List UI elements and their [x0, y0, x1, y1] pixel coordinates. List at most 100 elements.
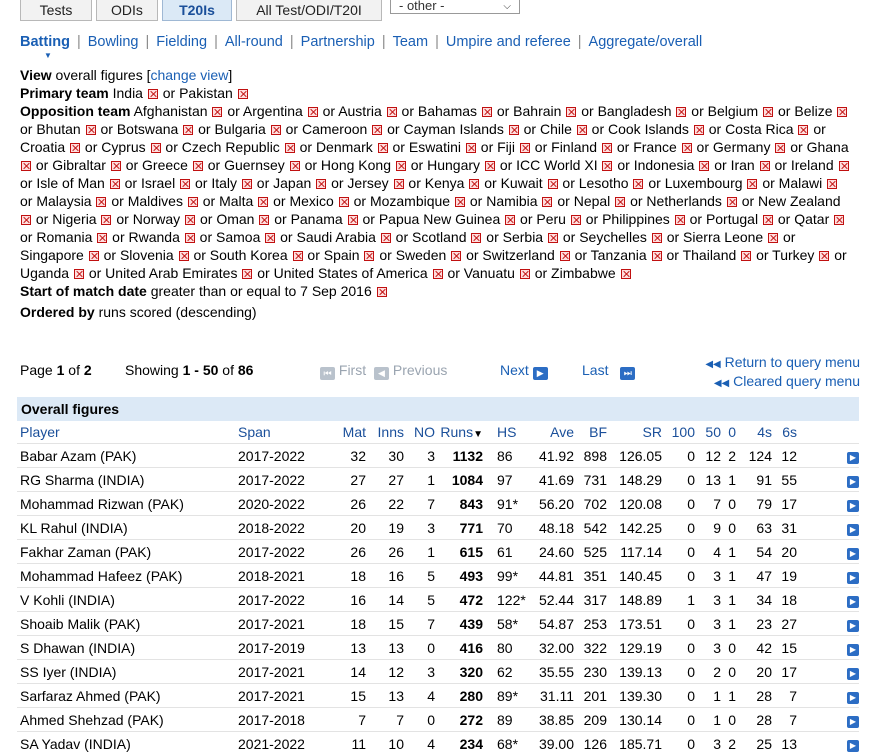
remove-icon[interactable]	[760, 161, 770, 171]
remove-icon[interactable]	[505, 215, 515, 225]
play-arrow-icon[interactable]: ▶	[847, 500, 859, 512]
remove-icon[interactable]	[571, 215, 581, 225]
cell-player[interactable]: RG Sharma (INDIA)	[17, 468, 238, 492]
cell-player[interactable]: Mohammad Hafeez (PAK)	[17, 564, 238, 588]
remove-icon[interactable]	[577, 125, 587, 135]
col-50[interactable]: 50	[695, 421, 721, 444]
remove-icon[interactable]	[293, 251, 303, 261]
remove-icon[interactable]	[747, 179, 757, 189]
remove-icon[interactable]	[455, 197, 465, 207]
remove-icon[interactable]	[509, 125, 519, 135]
remove-icon[interactable]	[381, 233, 391, 243]
play-arrow-icon[interactable]: ▶	[847, 572, 859, 584]
remove-icon[interactable]	[285, 143, 295, 153]
remove-icon[interactable]	[466, 143, 476, 153]
remove-icon[interactable]	[798, 125, 808, 135]
cell-player[interactable]: KL Rahul (INDIA)	[17, 516, 238, 540]
play-arrow-icon[interactable]: ▶	[847, 524, 859, 536]
remove-icon[interactable]	[451, 251, 461, 261]
remove-icon[interactable]	[727, 197, 737, 207]
remove-icon[interactable]	[615, 197, 625, 207]
remove-icon[interactable]	[520, 269, 530, 279]
remove-icon[interactable]	[834, 215, 844, 225]
remove-icon[interactable]	[387, 107, 397, 117]
return-query-link[interactable]: ◀◀ Return to query menu	[705, 354, 860, 370]
col-mat[interactable]: Mat	[326, 421, 366, 444]
remove-icon[interactable]	[70, 143, 80, 153]
remove-icon[interactable]	[151, 143, 161, 153]
remove-icon[interactable]	[212, 107, 222, 117]
remove-icon[interactable]	[682, 143, 692, 153]
col-4s[interactable]: 4s	[736, 421, 772, 444]
remove-icon[interactable]	[97, 233, 107, 243]
col-bf[interactable]: BF	[574, 421, 607, 444]
col-runs[interactable]: Runs▼	[435, 421, 483, 444]
cell-player[interactable]: Ahmed Shehzad (PAK)	[17, 708, 238, 732]
play-arrow-icon[interactable]: ▶	[847, 716, 859, 728]
remove-icon[interactable]	[827, 179, 837, 189]
col-0[interactable]: 0	[721, 421, 736, 444]
col-hs[interactable]: HS	[483, 421, 533, 444]
col-span[interactable]: Span	[238, 421, 326, 444]
remove-icon[interactable]	[265, 233, 275, 243]
remove-icon[interactable]	[242, 269, 252, 279]
remove-icon[interactable]	[763, 215, 773, 225]
tab-tests[interactable]: Tests	[20, 0, 92, 21]
remove-icon[interactable]	[566, 107, 576, 117]
cell-player[interactable]: SA Yadav (INDIA)	[17, 732, 238, 755]
remove-icon[interactable]	[839, 161, 849, 171]
last-button[interactable]: Last ⏭	[582, 362, 635, 380]
remove-icon[interactable]	[621, 269, 631, 279]
remove-icon[interactable]	[652, 233, 662, 243]
remove-icon[interactable]	[242, 179, 252, 189]
remove-icon[interactable]	[741, 251, 751, 261]
change-view-link[interactable]: change view	[150, 67, 228, 83]
remove-icon[interactable]	[185, 233, 195, 243]
remove-icon[interactable]	[394, 179, 404, 189]
other-select[interactable]: - other - ⌵	[390, 0, 520, 14]
remove-icon[interactable]	[86, 125, 96, 135]
remove-icon[interactable]	[348, 215, 358, 225]
remove-icon[interactable]	[485, 161, 495, 171]
remove-icon[interactable]	[179, 251, 189, 261]
remove-icon[interactable]	[271, 125, 281, 135]
remove-icon[interactable]	[699, 161, 709, 171]
cell-player[interactable]: SS Iyer (INDIA)	[17, 660, 238, 684]
col-sr[interactable]: SR	[607, 421, 662, 444]
remove-icon[interactable]	[89, 251, 99, 261]
remove-icon[interactable]	[471, 233, 481, 243]
remove-icon[interactable]	[675, 215, 685, 225]
remove-icon[interactable]	[180, 179, 190, 189]
remove-icon[interactable]	[308, 107, 318, 117]
remove-icon[interactable]	[548, 179, 558, 189]
remove-icon[interactable]	[111, 161, 121, 171]
remove-icon[interactable]	[602, 143, 612, 153]
cell-player[interactable]: Shoaib Malik (PAK)	[17, 612, 238, 636]
remove-icon[interactable]	[676, 107, 686, 117]
remove-icon[interactable]	[602, 161, 612, 171]
remove-icon[interactable]	[763, 107, 773, 117]
remove-icon[interactable]	[21, 215, 31, 225]
cell-player[interactable]: Babar Azam (PAK)	[17, 444, 238, 468]
cell-player[interactable]: Mohammad Rizwan (PAK)	[17, 492, 238, 516]
remove-icon[interactable]	[819, 251, 829, 261]
col-6s[interactable]: 6s	[772, 421, 797, 444]
play-arrow-icon[interactable]: ▶	[847, 692, 859, 704]
nav-fielding[interactable]: Fielding	[156, 34, 207, 50]
nav-aggregate[interactable]: Aggregate/overall	[589, 34, 703, 50]
play-arrow-icon[interactable]: ▶	[847, 644, 859, 656]
remove-icon[interactable]	[560, 251, 570, 261]
remove-icon[interactable]	[377, 287, 387, 297]
remove-icon[interactable]	[316, 179, 326, 189]
remove-icon[interactable]	[96, 197, 106, 207]
play-arrow-icon[interactable]: ▶	[847, 620, 859, 632]
remove-icon[interactable]	[259, 215, 269, 225]
remove-icon[interactable]	[193, 161, 203, 171]
remove-icon[interactable]	[482, 107, 492, 117]
play-arrow-icon[interactable]: ▶	[847, 596, 859, 608]
remove-icon[interactable]	[548, 233, 558, 243]
remove-icon[interactable]	[768, 233, 778, 243]
remove-icon[interactable]	[74, 269, 84, 279]
nav-bowling[interactable]: Bowling	[88, 34, 139, 50]
remove-icon[interactable]	[238, 89, 248, 99]
